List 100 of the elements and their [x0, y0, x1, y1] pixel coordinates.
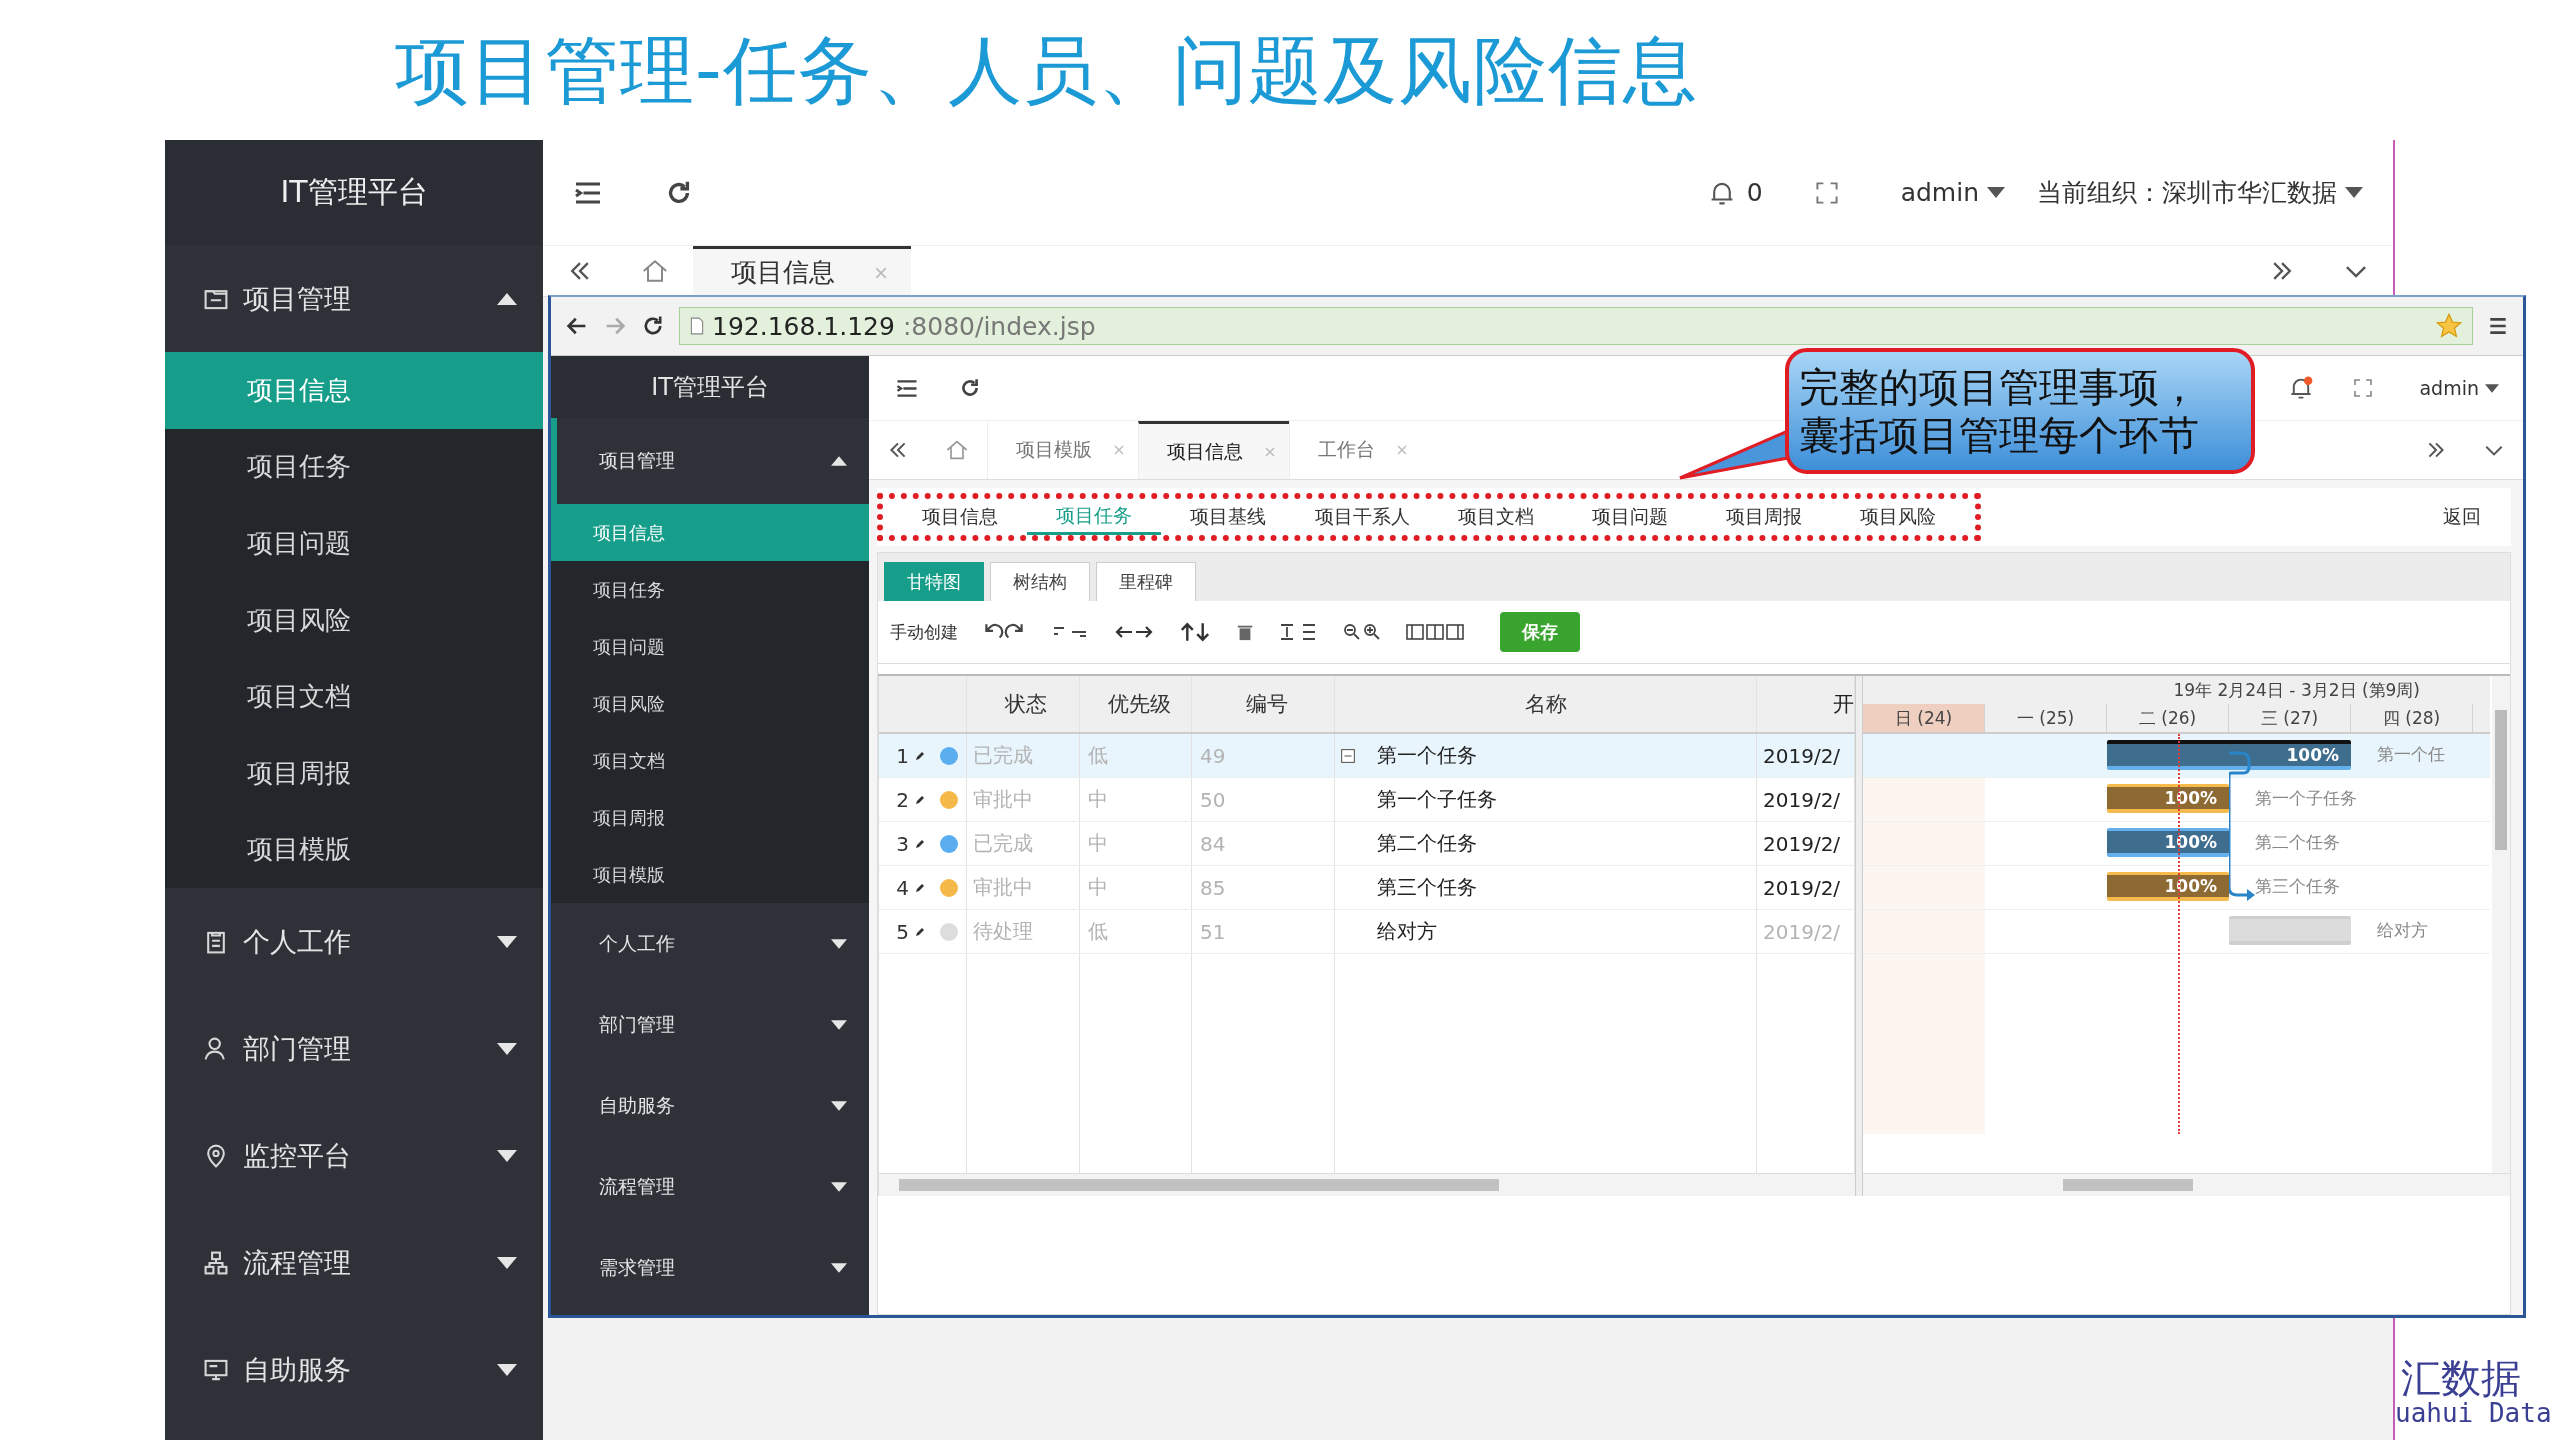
view-tab[interactable]: 树结构 — [990, 562, 1090, 601]
table-row[interactable]: 4 审批中 中 85 第三个任务 2019/2/ — [879, 866, 1855, 910]
sidebar-item[interactable]: 项目文档 — [165, 658, 543, 735]
sidebar-item[interactable]: 项目任务 — [551, 561, 869, 618]
pencil-icon[interactable] — [915, 882, 925, 893]
sidebar-section[interactable]: 需求管理 — [551, 1227, 869, 1308]
caret-icon — [831, 1019, 847, 1030]
table-cell: 中 — [1080, 822, 1192, 865]
pencil-icon[interactable] — [915, 926, 925, 937]
user-menu[interactable]: admin — [1890, 178, 2015, 207]
table-cell: 已完成 — [967, 822, 1080, 865]
refresh-icon[interactable] — [959, 377, 981, 399]
fullscreen-icon[interactable] — [2353, 378, 2374, 398]
row-number: 3 — [896, 831, 909, 856]
column-header: 编号 — [1192, 676, 1335, 732]
up-down-arrows-icon[interactable] — [1178, 621, 1212, 643]
sidebar-item[interactable]: 项目风险 — [551, 675, 869, 732]
caret-icon — [497, 292, 517, 305]
fullscreen-icon[interactable] — [1814, 180, 1839, 205]
sidebar-section[interactable]: 部门管理 — [165, 995, 543, 1103]
sidebar-section[interactable]: 监控平台 — [165, 1102, 543, 1210]
column-header: 优先级 — [1080, 676, 1192, 732]
section-tab[interactable]: 项目干系人 — [1295, 499, 1429, 535]
sidebar-item[interactable]: 项目风险 — [165, 581, 543, 659]
progress-label: 100% — [2286, 745, 2340, 765]
section-tab[interactable]: 项目周报 — [1697, 499, 1831, 535]
page-icon — [690, 317, 704, 335]
sidebar-item[interactable]: 项目周报 — [165, 734, 543, 812]
task-label: 第一个子任务 — [2255, 787, 2357, 810]
pencil-icon[interactable] — [915, 794, 925, 805]
tab[interactable]: 项目信息 — [693, 246, 911, 296]
row-number: 2 — [896, 787, 909, 812]
section-tab[interactable]: 项目问题 — [1563, 499, 1697, 535]
bell-icon[interactable] — [2289, 376, 2314, 400]
address-bar[interactable]: 192.168.1.129 :8080/index.jsp — [679, 307, 2473, 345]
table-row[interactable]: 3 已完成 中 84 第二个任务 2019/2/ — [879, 822, 1855, 866]
row-number: 5 — [896, 919, 909, 944]
sidebar-section[interactable]: 部门管理 — [551, 984, 869, 1065]
scrollbar[interactable] — [879, 1173, 1855, 1196]
sidebar-section[interactable]: 个人工作 — [551, 903, 869, 984]
sidebar-item[interactable]: 项目问题 — [165, 505, 543, 582]
menu-icon[interactable] — [2487, 315, 2509, 337]
sidebar-section[interactable]: 流程管理 — [551, 1146, 869, 1227]
sidebar-item[interactable]: 项目任务 — [165, 428, 543, 506]
menu-icon[interactable] — [573, 180, 603, 205]
caret-icon — [497, 1256, 517, 1269]
column-header: 状态 — [967, 676, 1080, 732]
sidebar-section[interactable]: 流程管理 — [165, 1209, 543, 1317]
task-bar[interactable]: 100% — [2107, 872, 2229, 901]
table-row[interactable]: 1 已完成 低 49 第一个任务 2019/2/ — [879, 734, 1855, 778]
tab[interactable]: 项目信息 — [1138, 421, 1289, 479]
table-cell: 85 — [1192, 866, 1335, 909]
task-label: 第一个任 — [2377, 743, 2445, 766]
table-row[interactable]: 2 审批中 中 50 第一个子任务 2019/2/ — [879, 778, 1855, 822]
sidebar-item[interactable]: 项目模版 — [165, 811, 543, 889]
section-tab[interactable]: 项目文档 — [1429, 499, 1563, 535]
organization-menu[interactable]: 当前组织：深圳市华汇数据 — [2027, 176, 2373, 209]
pencil-icon[interactable] — [915, 838, 925, 849]
collapse-icon[interactable] — [1341, 748, 1355, 763]
home-icon[interactable] — [945, 438, 969, 462]
sidebar-section[interactable]: 自助服务 — [165, 1316, 543, 1424]
caret-icon — [831, 938, 847, 949]
scrollbar[interactable] — [1863, 1173, 2510, 1196]
scrollbar[interactable] — [2492, 676, 2510, 1174]
table-row[interactable]: 5 待处理 低 51 给对方 2019/2/ — [879, 910, 1855, 954]
task-bar[interactable]: 100% — [2107, 784, 2229, 813]
sidebar-item[interactable]: 项目模版 — [551, 846, 869, 903]
day-header: 四 (28) — [2351, 704, 2473, 732]
notification-count: 0 — [1746, 178, 1763, 207]
manual-create-label: 手动创建 — [890, 620, 958, 644]
sidebar-item[interactable]: 项目问题 — [551, 618, 869, 675]
sitemap-icon — [203, 1249, 229, 1276]
expand-collapse-icon[interactable] — [1278, 622, 1318, 642]
back-link[interactable]: 返回 — [2443, 504, 2481, 530]
task-bar[interactable]: 100% — [2107, 828, 2229, 857]
layout-icon[interactable] — [1406, 622, 1466, 642]
progress-label: 100% — [2164, 832, 2218, 852]
sidebar-item[interactable]: 项目周报 — [551, 789, 869, 846]
sidebar-section[interactable]: 个人工作 — [165, 888, 543, 996]
task-label: 第二个任务 — [2255, 831, 2340, 854]
sidebar-item[interactable]: 项目文档 — [551, 732, 869, 789]
section-tab[interactable]: 项目风险 — [1831, 499, 1965, 535]
task-name: 第三个任务 — [1377, 874, 1477, 901]
user-menu[interactable]: admin — [2413, 376, 2505, 400]
caret-icon — [497, 1149, 517, 1162]
table-cell: 50 — [1192, 778, 1335, 821]
table-cell: 审批中 — [967, 866, 1080, 909]
section-tab[interactable]: 项目信息 — [893, 499, 1027, 535]
sidebar-section[interactable]: 项目管理 — [165, 245, 543, 352]
menu-icon[interactable] — [895, 378, 919, 398]
task-bar[interactable]: 100% — [2107, 740, 2351, 770]
star-icon[interactable] — [2436, 313, 2462, 339]
zoom-icon[interactable] — [1342, 622, 1382, 642]
view-tab[interactable]: 里程碑 — [1096, 562, 1196, 601]
pencil-icon[interactable] — [915, 750, 925, 761]
home-icon[interactable] — [641, 257, 669, 285]
tab[interactable]: 工作台 — [1289, 421, 1421, 479]
section-tab[interactable]: 项目基线 — [1161, 499, 1295, 535]
sidebar-section[interactable]: 自助服务 — [551, 1065, 869, 1146]
caret-icon — [1987, 187, 2005, 198]
